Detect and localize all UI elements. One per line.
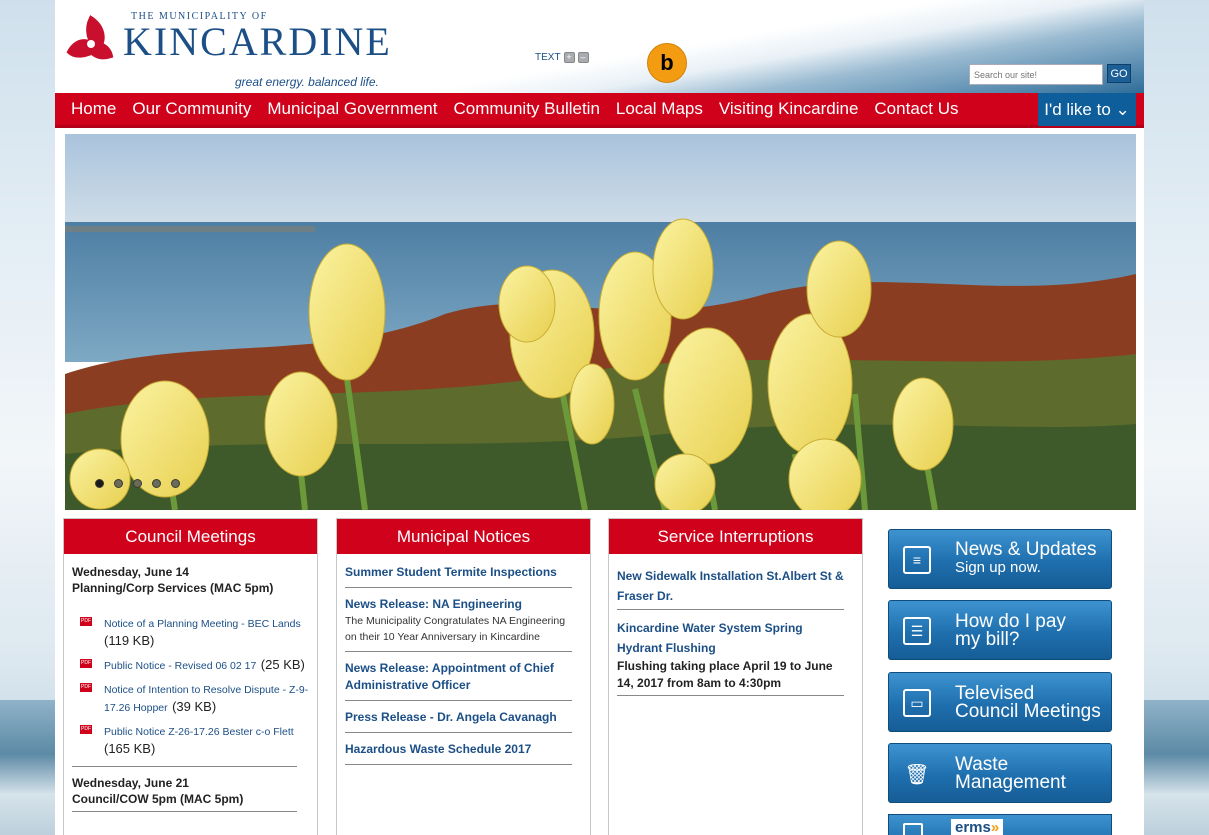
document-icon <box>903 823 923 835</box>
news-updates-label: News & Updates <box>955 539 1097 560</box>
list-item: Summer Student Termite Inspections <box>345 564 572 588</box>
logo-title: KINCARDINE <box>123 19 392 64</box>
document-size: (39 KB) <box>172 699 217 714</box>
televised-label-1: Televised <box>955 683 1035 704</box>
list-item: New Sidewalk Installation St.Albert St &… <box>617 566 844 610</box>
notice-link[interactable]: Summer Student Termite Inspections <box>345 564 572 581</box>
text-decrease-button[interactable]: – <box>577 52 589 63</box>
pdf-icon: PDF <box>80 659 92 668</box>
meeting-date: Wednesday, June 14 <box>72 565 189 579</box>
divider <box>72 811 297 812</box>
list-item: News Release: NA Engineering The Municip… <box>345 596 572 652</box>
service-interruptions-panel: Service Interruptions New Sidewalk Insta… <box>608 518 863 835</box>
search-input[interactable] <box>969 64 1103 85</box>
list-item: PDF Notice of Intention to Resolve Dispu… <box>80 680 309 716</box>
slide-dot-3[interactable] <box>133 479 142 488</box>
pdf-icon: PDF <box>80 683 92 692</box>
document-link[interactable]: Public Notice Z-26-17.26 Bester c-o Flet… <box>104 726 294 738</box>
erms-logo: erms» <box>951 819 1004 835</box>
nav-community-bulletin[interactable]: Community Bulletin <box>445 99 607 119</box>
site-search: GO <box>969 64 1131 85</box>
interruption-description: Flushing taking place April 19 to June 1… <box>617 659 833 690</box>
nav-local-maps[interactable]: Local Maps <box>608 99 711 119</box>
trillium-logo-icon <box>66 15 114 60</box>
list-item: Kincardine Water System Spring Hydrant F… <box>617 618 844 696</box>
bill-icon: ☰ <box>903 617 931 645</box>
notice-link[interactable]: News Release: NA Engineering <box>345 596 572 613</box>
erms-arrows: » <box>990 819 1000 835</box>
document-size: (119 KB) <box>104 633 155 648</box>
municipal-notices-title: Municipal Notices <box>337 519 590 554</box>
search-go-button[interactable]: GO <box>1107 64 1131 83</box>
tv-icon: ▭ <box>903 689 931 717</box>
tulips-lake-photo <box>65 134 1136 510</box>
list-item: PDF Public Notice - Revised 06 02 17 (25… <box>80 656 309 674</box>
slide-dot-5[interactable] <box>171 479 180 488</box>
readspeaker-audio-button[interactable]: b <box>647 43 687 83</box>
erms-button[interactable]: erms» <box>888 814 1112 835</box>
council-meetings-panel: Council Meetings Wednesday, June 14 Plan… <box>63 518 318 835</box>
nav-municipal-government[interactable]: Municipal Government <box>259 99 445 119</box>
notice-link[interactable]: News Release: Appointment of Chief Admin… <box>345 660 572 694</box>
list-item: PDF Public Notice Z-26-17.26 Bester c-o … <box>80 722 309 758</box>
list-item: Press Release - Dr. Angela Cavanagh <box>345 709 572 733</box>
list-item: PDF Notice of a Planning Meeting - BEC L… <box>80 614 309 650</box>
meeting-documents: PDF Notice of a Planning Meeting - BEC L… <box>80 614 309 758</box>
document-link[interactable]: Notice of a Planning Meeting - BEC Lands <box>104 618 301 630</box>
text-size-label: TEXT <box>535 52 561 63</box>
id-like-to-dropdown[interactable]: I'd like to ⌄ <box>1038 93 1136 126</box>
logo-tagline: great energy. balanced life. <box>235 75 379 89</box>
divider <box>72 766 297 767</box>
trash-bin-icon: 🗑 <box>904 763 930 786</box>
notice-link[interactable]: Hazardous Waste Schedule 2017 <box>345 741 572 758</box>
slideshow-dots <box>95 479 180 488</box>
page-container: THE MUNICIPALITY OF KINCARDINE great ene… <box>55 0 1144 835</box>
council-meetings-title: Council Meetings <box>64 519 317 554</box>
text-increase-button[interactable]: + <box>563 52 575 63</box>
televised-label-2: Council Meetings <box>955 701 1101 722</box>
list-item: News Release: Appointment of Chief Admin… <box>345 660 572 701</box>
interruption-link[interactable]: Kincardine Water System Spring Hydrant F… <box>617 618 844 658</box>
slide-dot-4[interactable] <box>152 479 161 488</box>
kincardine-logo[interactable]: THE MUNICIPALITY OF KINCARDINE great ene… <box>63 8 393 90</box>
pay-bill-label-2: my bill? <box>955 629 1020 650</box>
service-interruptions-title: Service Interruptions <box>609 519 862 554</box>
waste-management-button[interactable]: 🗑 Waste Management <box>888 743 1112 803</box>
nav-home[interactable]: Home <box>55 99 124 119</box>
news-updates-button[interactable]: ≡ News & Updates Sign up now. <box>888 529 1112 589</box>
document-link[interactable]: Public Notice - Revised 06 02 17 <box>104 660 256 672</box>
list-item: Hazardous Waste Schedule 2017 <box>345 741 572 765</box>
televised-meetings-button[interactable]: ▭ Televised Council Meetings <box>888 672 1112 732</box>
document-size: (25 KB) <box>260 657 305 672</box>
nav-contact-us[interactable]: Contact Us <box>866 99 966 119</box>
pay-bill-button[interactable]: ☰ How do I pay my bill? <box>888 600 1112 660</box>
text-size-control: TEXT + – <box>535 52 589 63</box>
pdf-icon: PDF <box>80 617 92 626</box>
pdf-icon: PDF <box>80 725 92 734</box>
meeting-date: Wednesday, June 21 <box>72 776 189 790</box>
site-header: THE MUNICIPALITY OF KINCARDINE great ene… <box>55 0 1144 93</box>
slide-dot-2[interactable] <box>114 479 123 488</box>
notice-description: The Municipality Congratulates NA Engine… <box>345 615 566 643</box>
news-signup-label: Sign up now. <box>955 559 1041 576</box>
notice-link[interactable]: Press Release - Dr. Angela Cavanagh <box>345 709 572 726</box>
waste-label-2: Management <box>955 772 1066 793</box>
meeting-body: Planning/Corp Services (MAC 5pm) <box>72 581 274 595</box>
document-size: (165 KB) <box>104 741 156 756</box>
municipal-notices-panel: Municipal Notices Summer Student Termite… <box>336 518 591 835</box>
headphones-icon: b <box>660 50 674 75</box>
background-sea-left <box>0 700 55 835</box>
background-sea-right <box>1144 700 1209 835</box>
slide-dot-1[interactable] <box>95 479 104 488</box>
nav-visiting-kincardine[interactable]: Visiting Kincardine <box>711 99 867 119</box>
meeting-body: Council/COW 5pm (MAC 5pm) <box>72 792 244 806</box>
nav-our-community[interactable]: Our Community <box>124 99 259 119</box>
hero-slideshow[interactable] <box>65 134 1136 510</box>
erms-logo-text: erms <box>955 819 991 835</box>
waste-label-1: Waste <box>955 754 1009 775</box>
interruption-link[interactable]: New Sidewalk Installation St.Albert St &… <box>617 566 844 606</box>
pay-bill-label-1: How do I pay <box>955 611 1066 632</box>
main-navigation: Home Our Community Municipal Government … <box>55 93 1144 128</box>
newspaper-icon: ≡ <box>903 546 931 574</box>
